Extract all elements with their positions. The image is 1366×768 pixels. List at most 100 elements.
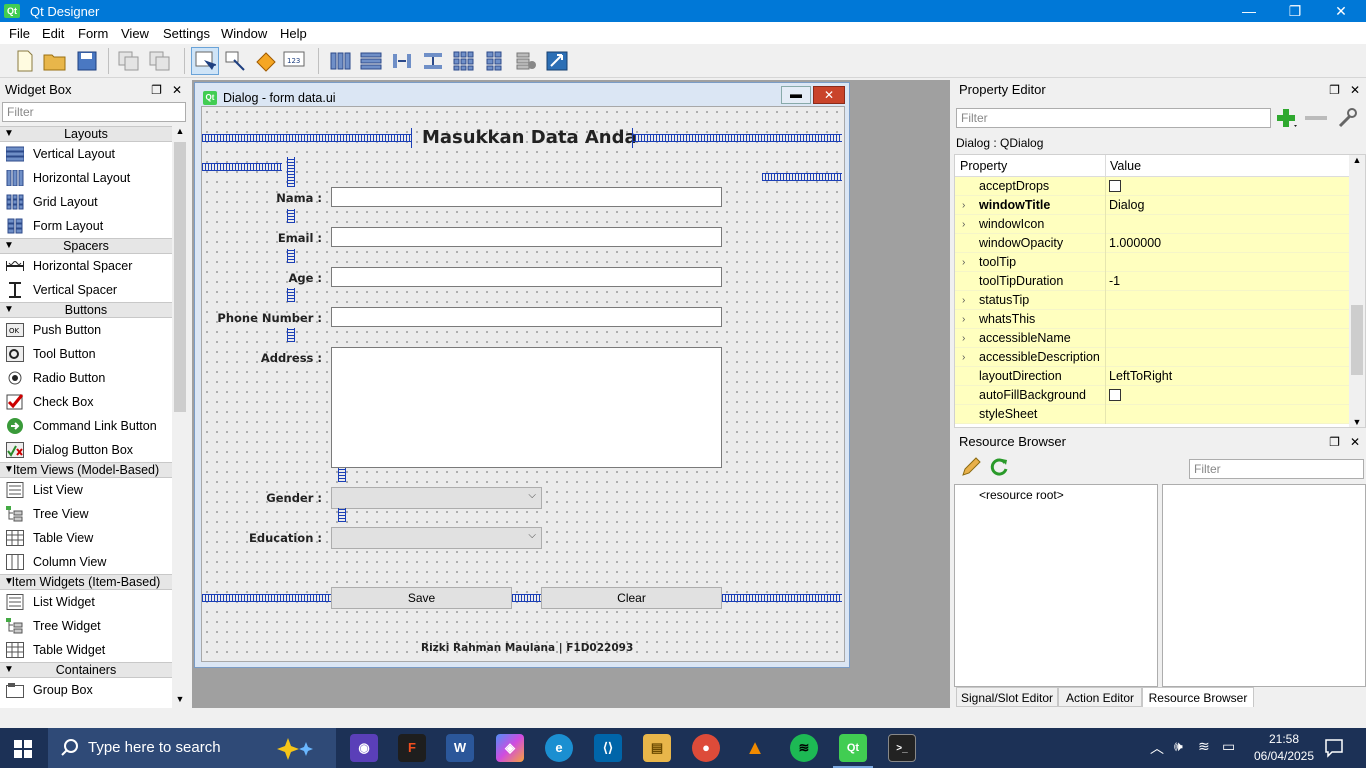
clock-time[interactable]: 21:58 bbox=[1262, 732, 1306, 746]
resource-tree[interactable]: <resource root> bbox=[954, 484, 1158, 687]
category-buttons[interactable]: ▼ Buttons bbox=[0, 302, 172, 318]
close-panel-icon[interactable]: ✕ bbox=[1350, 435, 1360, 449]
widget-form-layout[interactable]: Form Layout bbox=[0, 214, 172, 238]
widget-tree-view[interactable]: Tree View bbox=[0, 502, 172, 526]
resource-root-item[interactable]: <resource root> bbox=[979, 488, 1064, 502]
menu-window[interactable]: Window bbox=[221, 26, 267, 41]
widget-column-view[interactable]: Column View bbox=[0, 550, 172, 574]
form-minimize-button[interactable]: ▬ bbox=[781, 86, 811, 104]
vertical-spacer[interactable] bbox=[287, 328, 295, 342]
edit-signals-slots-icon[interactable] bbox=[221, 47, 249, 75]
widget-table-view[interactable]: Table View bbox=[0, 526, 172, 550]
widget-dialog-button-box[interactable]: Dialog Button Box bbox=[0, 438, 172, 462]
form-close-button[interactable]: ✕ bbox=[813, 86, 845, 104]
windows-start-icon[interactable] bbox=[14, 740, 32, 758]
vlc-taskbar-icon[interactable]: ▲ bbox=[741, 734, 769, 762]
copy-icon[interactable] bbox=[115, 47, 143, 75]
property-row[interactable]: toolTipDuration -1 bbox=[955, 272, 1365, 291]
scroll-thumb[interactable] bbox=[1351, 305, 1363, 375]
vertical-spacer[interactable] bbox=[287, 157, 295, 187]
widget-box-filter-input[interactable]: Filter bbox=[2, 102, 186, 122]
scroll-down-icon[interactable]: ▼ bbox=[1349, 417, 1365, 427]
property-value[interactable] bbox=[1109, 386, 1121, 405]
add-dynamic-property-icon[interactable] bbox=[1274, 106, 1300, 130]
property-row[interactable]: › windowIcon bbox=[955, 215, 1365, 234]
close-panel-icon[interactable]: ✕ bbox=[172, 83, 182, 97]
edit-buddies-icon[interactable] bbox=[251, 47, 279, 75]
widget-check-box[interactable]: Check Box bbox=[0, 390, 172, 414]
address-textarea[interactable] bbox=[331, 347, 722, 468]
paste-icon[interactable] bbox=[146, 47, 174, 75]
property-row[interactable]: autoFillBackground bbox=[955, 386, 1365, 405]
expand-arrow-icon[interactable]: › bbox=[962, 291, 965, 310]
resource-file-list[interactable] bbox=[1162, 484, 1366, 687]
property-value[interactable]: -1 bbox=[1109, 272, 1120, 291]
expand-arrow-icon[interactable]: › bbox=[962, 310, 965, 329]
adjust-size-icon[interactable] bbox=[543, 47, 571, 75]
wifi-icon[interactable]: ≋ bbox=[1198, 738, 1210, 755]
expand-arrow-icon[interactable]: › bbox=[962, 329, 965, 348]
edge-taskbar-icon[interactable]: e bbox=[545, 734, 573, 762]
layout-horizontal-icon[interactable] bbox=[326, 47, 354, 75]
expand-arrow-icon[interactable]: › bbox=[962, 253, 965, 272]
property-row[interactable]: windowOpacity 1.000000 bbox=[955, 234, 1365, 253]
configure-wrench-icon[interactable] bbox=[1336, 106, 1360, 130]
scroll-thumb[interactable] bbox=[174, 142, 186, 412]
close-panel-icon[interactable]: ✕ bbox=[1350, 83, 1360, 97]
horizontal-spacer[interactable] bbox=[512, 594, 541, 602]
menu-view[interactable]: View bbox=[121, 26, 149, 41]
form-canvas[interactable]: Masukkan Data Anda Nama : Email : Age : … bbox=[201, 106, 845, 662]
speaker-icon[interactable]: 🕪 bbox=[1174, 738, 1183, 755]
copilot-taskbar-icon[interactable]: ◉ bbox=[350, 734, 378, 762]
widget-group-box[interactable]: Group Box bbox=[0, 678, 172, 702]
clear-button[interactable]: Clear bbox=[541, 587, 722, 609]
word-taskbar-icon[interactable]: W bbox=[446, 734, 474, 762]
tab-resource-browser[interactable]: Resource Browser bbox=[1142, 687, 1254, 707]
menu-edit[interactable]: Edit bbox=[42, 26, 64, 41]
reload-icon[interactable] bbox=[988, 456, 1010, 478]
property-filter-input[interactable]: Filter bbox=[956, 108, 1271, 128]
email-input[interactable] bbox=[331, 227, 722, 247]
widget-tool-button[interactable]: Tool Button bbox=[0, 342, 172, 366]
edit-tab-order-icon[interactable]: 123 bbox=[281, 47, 309, 75]
vertical-spacer[interactable] bbox=[287, 209, 295, 223]
save-button[interactable]: Save bbox=[331, 587, 512, 609]
scroll-up-icon[interactable]: ▲ bbox=[1349, 155, 1365, 165]
scroll-up-icon[interactable]: ▲ bbox=[172, 126, 188, 140]
layout-vertical-icon[interactable] bbox=[357, 47, 385, 75]
undock-icon[interactable]: ❐ bbox=[1329, 435, 1340, 449]
phone-input[interactable] bbox=[331, 307, 722, 327]
widget-vertical-layout[interactable]: Vertical Layout bbox=[0, 142, 172, 166]
property-value[interactable]: Dialog bbox=[1109, 196, 1144, 215]
education-combobox[interactable]: ⌵ bbox=[331, 527, 542, 549]
undock-icon[interactable]: ❐ bbox=[1329, 83, 1340, 97]
age-input[interactable] bbox=[331, 267, 722, 287]
layout-splitter-v-icon[interactable] bbox=[419, 47, 447, 75]
widget-grid-layout[interactable]: Grid Layout bbox=[0, 190, 172, 214]
form-heading[interactable]: Masukkan Data Anda bbox=[422, 127, 637, 148]
widget-command-link-button[interactable]: Command Link Button bbox=[0, 414, 172, 438]
property-row[interactable]: › accessibleDescription bbox=[955, 348, 1365, 367]
widget-table-widget[interactable]: Table Widget bbox=[0, 638, 172, 662]
qt-designer-taskbar-icon[interactable]: Qt bbox=[839, 734, 867, 762]
close-button[interactable]: ✕ bbox=[1318, 0, 1364, 22]
property-row[interactable]: › statusTip bbox=[955, 291, 1365, 310]
category-item-views[interactable]: ▼ Item Views (Model-Based) bbox=[0, 462, 172, 478]
scroll-down-icon[interactable]: ▼ bbox=[172, 694, 188, 708]
vertical-spacer[interactable] bbox=[338, 508, 346, 522]
menu-settings[interactable]: Settings bbox=[163, 26, 210, 41]
layout-grid-icon[interactable] bbox=[450, 47, 478, 75]
property-value[interactable] bbox=[1109, 177, 1121, 196]
chrome-taskbar-icon[interactable]: ● bbox=[692, 734, 720, 762]
tab-action-editor[interactable]: Action Editor bbox=[1058, 687, 1142, 707]
expand-arrow-icon[interactable]: › bbox=[962, 215, 965, 234]
horizontal-spacer[interactable] bbox=[632, 134, 842, 142]
nama-input[interactable] bbox=[331, 187, 722, 207]
menu-help[interactable]: Help bbox=[280, 26, 307, 41]
property-row[interactable]: acceptDrops bbox=[955, 177, 1365, 196]
category-item-widgets[interactable]: ▼ Item Widgets (Item-Based) bbox=[0, 574, 172, 590]
undock-icon[interactable]: ❐ bbox=[151, 83, 162, 97]
clock-date[interactable]: 06/04/2025 bbox=[1252, 749, 1316, 763]
expand-arrow-icon[interactable]: › bbox=[962, 348, 965, 367]
vertical-spacer[interactable] bbox=[338, 468, 346, 482]
